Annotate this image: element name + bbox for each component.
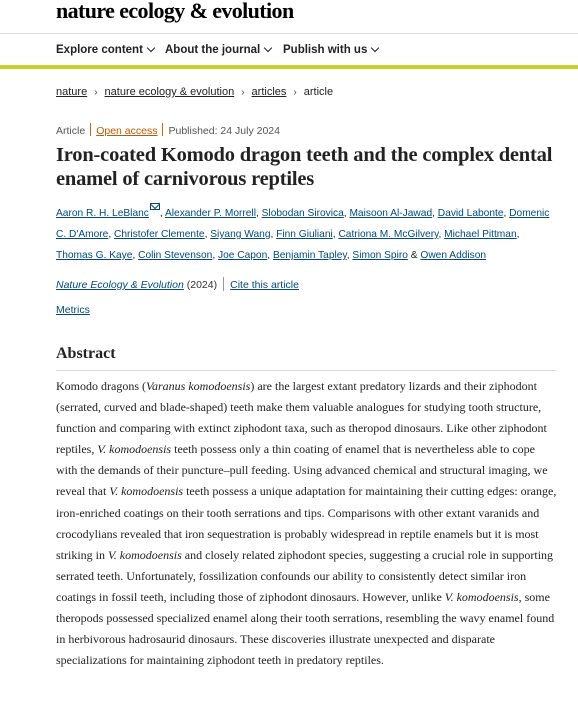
- author-link[interactable]: Owen Addison: [420, 250, 486, 261]
- species-name: V. komodoensis: [97, 442, 172, 457]
- author-link[interactable]: Simon Spiro: [352, 250, 408, 261]
- article-type: Article: [56, 125, 86, 137]
- published-date: Published: 24 July 2024: [168, 125, 280, 137]
- chevron-right-icon: ›: [94, 87, 98, 98]
- nav-about-journal-label: About the journal: [165, 44, 261, 56]
- email-icon[interactable]: [149, 203, 160, 210]
- main-navigation: Explore content About the journal Publis…: [0, 33, 578, 69]
- author-link[interactable]: Finn Giuliani: [276, 229, 333, 240]
- nav-publish-with-us[interactable]: Publish with us: [283, 43, 380, 56]
- divider: [223, 277, 225, 291]
- breadcrumb-link-journal[interactable]: nature ecology & evolution: [105, 86, 235, 98]
- author-link[interactable]: Benjamin Tapley: [273, 250, 347, 261]
- metrics-link[interactable]: Metrics: [56, 304, 90, 316]
- chevron-down-icon: [263, 43, 273, 53]
- author-link[interactable]: Joe Capon: [218, 250, 267, 261]
- divider: [162, 123, 164, 136]
- author-link[interactable]: Siyang Wang: [210, 229, 270, 240]
- species-name: V. komodoensis: [444, 589, 519, 604]
- breadcrumb-current: article: [303, 86, 334, 98]
- chevron-down-icon: [146, 43, 156, 53]
- article-title: Iron-coated Komodo dragon teeth and the …: [56, 144, 553, 190]
- author-list: Aaron R. H. LeBlanc, Alexander P. Morrel…: [56, 203, 556, 266]
- site-header: nature ecology & evolution: [0, 0, 578, 33]
- journal-logo[interactable]: nature ecology & evolution: [56, 0, 294, 24]
- author-link[interactable]: David Labonte: [438, 208, 504, 219]
- cite-article-link[interactable]: Cite this article: [230, 279, 299, 291]
- abstract-heading: Abstract: [56, 345, 557, 371]
- nav-explore-content-label: Explore content: [56, 44, 143, 56]
- species-name: V. komodoensis: [108, 547, 182, 562]
- open-access-link[interactable]: Open access: [96, 125, 157, 137]
- breadcrumb-link-articles[interactable]: articles: [252, 86, 287, 98]
- nav-publish-with-us-label: Publish with us: [283, 44, 368, 56]
- author-link[interactable]: Thomas G. Kaye: [56, 250, 132, 261]
- abstract-text: Komodo dragons (Varanus komodoensis) are…: [56, 379, 557, 668]
- author-link[interactable]: Slobodan Sirovica: [262, 208, 344, 219]
- chevron-down-icon: [371, 43, 380, 53]
- author-link[interactable]: Maisoon Al-Jawad: [349, 208, 432, 219]
- author-link[interactable]: Alexander P. Morrell: [165, 208, 256, 219]
- species-name: V. komodoensis: [109, 484, 184, 499]
- journal-link[interactable]: Nature Ecology & Evolution: [56, 279, 184, 291]
- species-name: Varanus komodoensis: [146, 379, 251, 393]
- nav-about-journal[interactable]: About the journal: [165, 43, 273, 56]
- author-link[interactable]: Colin Stevenson: [138, 250, 212, 261]
- author-link[interactable]: Christofer Clemente: [114, 229, 205, 240]
- citation-year: (2024): [183, 279, 218, 291]
- citation-line: Nature Ecology & Evolution (2024) Cite th…: [56, 277, 299, 291]
- divider: [90, 123, 92, 136]
- chevron-right-icon: ›: [293, 87, 297, 98]
- author-link[interactable]: Aaron R. H. LeBlanc: [56, 208, 149, 219]
- breadcrumb: nature › nature ecology & evolution › articl…: [56, 86, 333, 98]
- author-link[interactable]: Michael Pittman: [444, 229, 516, 240]
- nav-explore-content[interactable]: Explore content: [56, 43, 156, 56]
- article-meta: Article Open access Published: 24 July 202…: [56, 123, 280, 137]
- chevron-right-icon: ›: [241, 87, 245, 98]
- breadcrumb-link-nature[interactable]: nature: [56, 86, 87, 98]
- author-link[interactable]: Catriona M. McGilvery: [338, 229, 438, 240]
